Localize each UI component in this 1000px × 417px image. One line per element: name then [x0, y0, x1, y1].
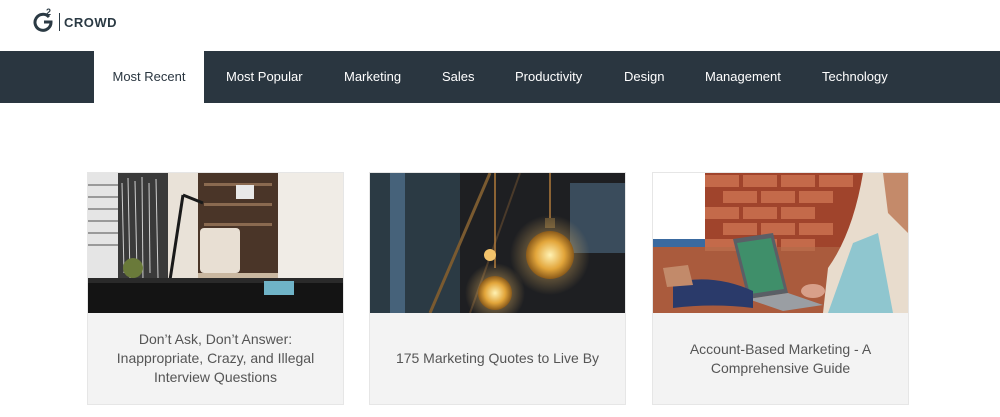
- article-title[interactable]: Account-Based Marketing - A Comprehensiv…: [667, 313, 894, 404]
- tab-productivity[interactable]: Productivity: [515, 51, 582, 103]
- tab-most-popular[interactable]: Most Popular: [226, 51, 303, 103]
- tab-marketing[interactable]: Marketing: [344, 51, 401, 103]
- category-nav: Most Recent Most Popular Marketing Sales…: [0, 51, 1000, 103]
- article-title[interactable]: Don’t Ask, Don’t Answer: Inappropriate, …: [102, 313, 329, 404]
- hanging-light-bulbs-photo[interactable]: [370, 173, 625, 313]
- article-title[interactable]: 175 Marketing Quotes to Live By: [384, 313, 611, 404]
- g2-crowd-logo[interactable]: 2 CROWD: [33, 7, 118, 33]
- office-desk-with-lamp-photo[interactable]: [88, 173, 343, 313]
- tab-design[interactable]: Design: [624, 51, 664, 103]
- tab-sales[interactable]: Sales: [442, 51, 475, 103]
- logo-text: CROWD: [64, 14, 118, 30]
- tab-management[interactable]: Management: [705, 51, 781, 103]
- article-card[interactable]: Don’t Ask, Don’t Answer: Inappropriate, …: [87, 172, 344, 405]
- tab-technology[interactable]: Technology: [822, 51, 888, 103]
- g2-logo-icon: 2: [33, 7, 53, 32]
- laptop-brick-wall-photo[interactable]: [653, 173, 908, 313]
- site-header: 2 CROWD: [0, 0, 1000, 51]
- article-card[interactable]: 175 Marketing Quotes to Live By: [369, 172, 626, 405]
- logo-divider: [59, 13, 60, 31]
- logo-superscript: 2: [46, 7, 52, 17]
- tab-most-recent[interactable]: Most Recent: [94, 51, 204, 103]
- article-card[interactable]: Account-Based Marketing - A Comprehensiv…: [652, 172, 909, 405]
